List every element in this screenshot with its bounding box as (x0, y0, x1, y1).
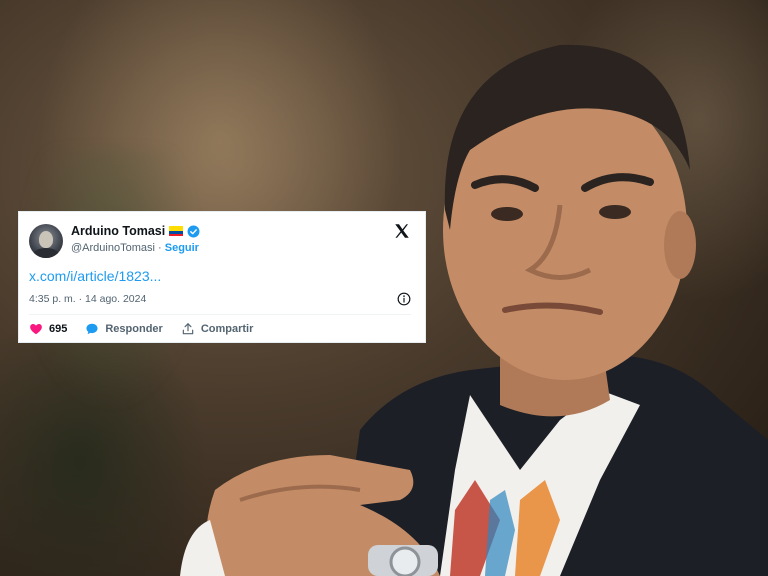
verified-badge-icon (187, 225, 200, 237)
author-handle-row: @ArduinoTomasi · Seguir (71, 242, 199, 254)
article-link[interactable]: x.com/i/article/1823... (29, 268, 161, 284)
news-image: Arduino Tomasi @ArduinoTomasi · Seguir x… (0, 0, 768, 576)
like-button[interactable]: 695 (29, 322, 67, 336)
divider (29, 314, 411, 315)
speech-bubble-icon (86, 323, 98, 335)
share-label: Compartir (200, 323, 254, 335)
share-button[interactable]: Compartir (181, 322, 254, 336)
tweet-actions: 695 Responder Compartir (29, 322, 271, 336)
separator-dot: · (158, 242, 162, 254)
reply-button[interactable]: Responder (85, 322, 163, 336)
tweet-timestamp[interactable]: 4:35 p. m. · 14 ago. 2024 (29, 293, 146, 305)
heart-icon (30, 324, 42, 335)
author-name-row: Arduino Tomasi (71, 224, 200, 238)
follow-button[interactable]: Seguir (165, 242, 199, 254)
avatar[interactable] (29, 224, 63, 258)
author-handle[interactable]: @ArduinoTomasi (71, 242, 155, 254)
reply-label: Responder (105, 323, 163, 335)
author-display-name[interactable]: Arduino Tomasi (71, 224, 165, 238)
likes-count: 695 (49, 323, 68, 335)
embedded-tweet-card[interactable]: Arduino Tomasi @ArduinoTomasi · Seguir x… (18, 211, 426, 343)
ecuador-flag-icon (169, 226, 184, 236)
share-icon (182, 323, 194, 335)
info-icon[interactable] (397, 292, 411, 306)
x-logo-icon[interactable] (393, 222, 411, 240)
